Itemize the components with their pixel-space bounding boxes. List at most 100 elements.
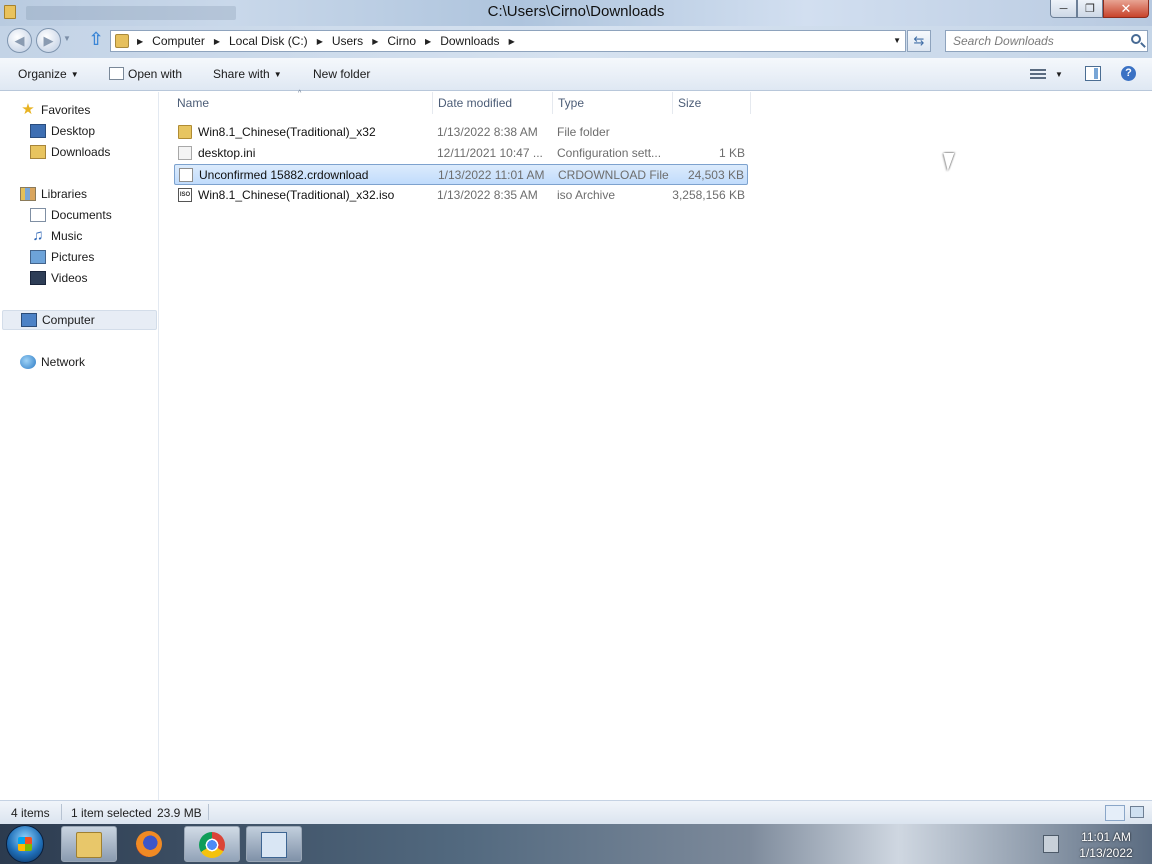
nav-downloads[interactable]: Downloads <box>30 142 110 162</box>
taskbar-firefox-button[interactable] <box>122 826 178 862</box>
nav-computer-label: Computer <box>42 313 95 327</box>
breadcrumb-separator-icon[interactable]: ▶ <box>509 37 515 46</box>
breadcrumb-separator-icon[interactable]: ▶ <box>137 37 143 46</box>
breadcrumb-cirno[interactable]: Cirno <box>387 34 416 48</box>
nav-videos-label: Videos <box>51 271 88 285</box>
sort-ascending-icon: ^ <box>298 90 302 97</box>
new-folder-button[interactable]: New folder <box>313 67 370 81</box>
breadcrumb-separator-icon[interactable]: ▶ <box>214 37 220 46</box>
preview-pane-icon[interactable] <box>1085 66 1101 81</box>
view-options-dropdown-icon[interactable]: ▼ <box>1055 70 1063 79</box>
change-view-icon[interactable] <box>1030 67 1046 81</box>
column-header-size[interactable]: Size <box>678 96 701 110</box>
forward-button[interactable]: ▶ <box>36 28 61 53</box>
back-button[interactable]: ◀ <box>7 28 32 53</box>
search-input[interactable] <box>946 31 1121 51</box>
nav-network[interactable]: Network <box>20 352 85 372</box>
selection-count: 1 item selected <box>71 806 152 820</box>
chevron-down-icon: ▼ <box>273 70 282 79</box>
tray-device-icon[interactable] <box>1043 835 1059 853</box>
file-row[interactable]: ISO Win8.1_Chinese(Traditional)_x32.iso … <box>174 185 748 206</box>
breadcrumb-local-disk[interactable]: Local Disk (C:) <box>229 34 308 48</box>
column-header-type[interactable]: Type <box>558 96 584 110</box>
column-divider[interactable] <box>672 92 673 114</box>
file-size: 24,503 KB <box>687 168 744 182</box>
organize-label: Organize <box>18 67 67 81</box>
nav-desktop[interactable]: Desktop <box>30 121 95 141</box>
close-button[interactable]: ✕ <box>1103 0 1149 18</box>
navigation-pane: ★ Favorites Desktop Downloads Libraries D… <box>0 92 159 800</box>
file-row-selected[interactable]: Unconfirmed 15882.crdownload 1/13/2022 1… <box>174 164 748 185</box>
search-icon[interactable] <box>1131 34 1141 44</box>
open-with-button[interactable]: Open with <box>109 67 182 81</box>
downloads-folder-icon <box>30 145 46 159</box>
desktop-icon <box>30 124 46 138</box>
breadcrumb-computer[interactable]: Computer <box>152 34 205 48</box>
nav-documents-label: Documents <box>51 208 112 222</box>
remote-desktop-icon <box>261 832 287 858</box>
nav-videos[interactable]: Videos <box>30 268 87 288</box>
address-bar[interactable]: ▶ Computer ▶ Local Disk (C:) ▶ Users ▶ C… <box>110 30 906 52</box>
breadcrumb-separator-icon[interactable]: ▶ <box>317 37 323 46</box>
details-view-icon[interactable] <box>1105 805 1125 821</box>
folder-icon <box>178 125 192 139</box>
file-name: Win8.1_Chinese(Traditional)_x32 <box>198 125 376 139</box>
clock-time: 11:01 AM <box>1081 830 1131 844</box>
open-with-icon <box>109 67 124 80</box>
file-list: Name ^ Date modified Type Size Win8.1_Ch… <box>160 90 1152 800</box>
file-type: Configuration sett... <box>557 146 662 160</box>
column-header-date[interactable]: Date modified <box>438 96 512 110</box>
maximize-button[interactable]: ❐ <box>1077 0 1103 18</box>
film-icon <box>30 271 46 285</box>
file-name: Win8.1_Chinese(Traditional)_x32.iso <box>198 188 395 202</box>
large-icons-view-icon[interactable] <box>1130 806 1144 818</box>
status-bar: 4 items 1 item selected 23.9 MB <box>0 800 1152 824</box>
taskbar-chrome-button[interactable] <box>184 826 240 862</box>
nav-documents[interactable]: Documents <box>30 205 112 225</box>
recent-pages-dropdown-icon[interactable]: ▼ <box>63 34 71 43</box>
taskbar-explorer-button[interactable] <box>61 826 117 862</box>
start-button[interactable] <box>6 825 44 863</box>
column-divider[interactable] <box>552 92 553 114</box>
nav-favorites-label: Favorites <box>41 103 91 117</box>
nav-music-label: Music <box>51 229 83 243</box>
nav-libraries[interactable]: Libraries <box>20 184 87 204</box>
computer-icon <box>21 313 37 327</box>
nav-music[interactable]: ♫ Music <box>30 226 82 246</box>
file-date: 1/13/2022 8:35 AM <box>437 188 538 202</box>
help-icon[interactable]: ? <box>1121 66 1136 81</box>
file-row[interactable]: desktop.ini 12/11/2021 10:47 ... Configu… <box>174 143 748 164</box>
column-header-name[interactable]: Name <box>177 96 209 110</box>
file-name: desktop.ini <box>198 146 256 160</box>
taskbar-clock[interactable]: 11:01 AM 1/13/2022 <box>1066 829 1146 861</box>
taskbar-remote-desktop-button[interactable] <box>246 826 302 862</box>
network-icon <box>20 355 36 369</box>
file-date: 1/13/2022 8:38 AM <box>437 125 538 139</box>
item-count: 4 items <box>11 806 50 820</box>
search-box[interactable] <box>945 30 1148 52</box>
organize-button[interactable]: Organize ▼ <box>18 67 79 81</box>
breadcrumb-downloads[interactable]: Downloads <box>440 34 499 48</box>
column-divider[interactable] <box>750 92 751 114</box>
breadcrumb-separator-icon[interactable]: ▶ <box>425 37 431 46</box>
file-type: File folder <box>557 125 610 139</box>
taskbar <box>0 824 1152 864</box>
address-row: ◀ ▶ ▼ ⇧ ▶ Computer ▶ Local Disk (C:) ▶ U… <box>0 26 1152 58</box>
nav-pictures[interactable]: Pictures <box>30 247 94 267</box>
refresh-button[interactable]: ⇆ <box>907 30 931 52</box>
breadcrumb-separator-icon[interactable]: ▶ <box>372 37 378 46</box>
file-type: CRDOWNLOAD File <box>558 168 669 182</box>
share-with-label: Share with <box>213 67 270 81</box>
nav-favorites[interactable]: ★ Favorites <box>20 100 90 120</box>
up-one-level-icon[interactable]: ⇧ <box>86 30 106 50</box>
address-history-dropdown-icon[interactable]: ▼ <box>893 36 901 45</box>
breadcrumb-users[interactable]: Users <box>332 34 363 48</box>
column-divider[interactable] <box>432 92 433 114</box>
minimize-button[interactable]: ─ <box>1050 0 1077 18</box>
nav-network-label: Network <box>41 355 86 369</box>
nav-computer[interactable]: Computer <box>2 310 157 330</box>
file-row[interactable]: Win8.1_Chinese(Traditional)_x32 1/13/202… <box>174 122 748 143</box>
config-file-icon <box>178 146 192 160</box>
share-with-button[interactable]: Share with ▼ <box>213 67 282 81</box>
nav-pictures-label: Pictures <box>51 250 95 264</box>
